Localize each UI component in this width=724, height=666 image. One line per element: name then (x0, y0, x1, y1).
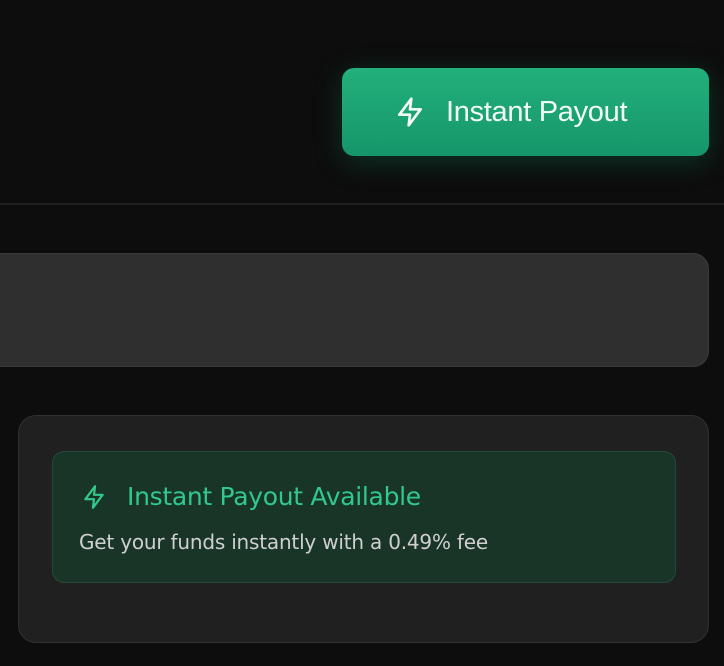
instant-payout-notice: Instant Payout Available Get your funds … (52, 451, 676, 583)
empty-panel (0, 253, 709, 367)
notice-header: Instant Payout Available (81, 482, 421, 511)
instant-payout-button-label: Instant Payout (446, 95, 628, 128)
instant-payout-button[interactable]: Instant Payout (342, 68, 709, 156)
lightning-bolt-icon (394, 96, 426, 128)
notice-title: Instant Payout Available (127, 482, 421, 511)
lightning-bolt-icon (81, 484, 107, 510)
page: Instant Payout Instant Payout Available … (0, 0, 724, 666)
notice-description: Get your funds instantly with a 0.49% fe… (79, 530, 488, 554)
section-divider (0, 203, 724, 205)
